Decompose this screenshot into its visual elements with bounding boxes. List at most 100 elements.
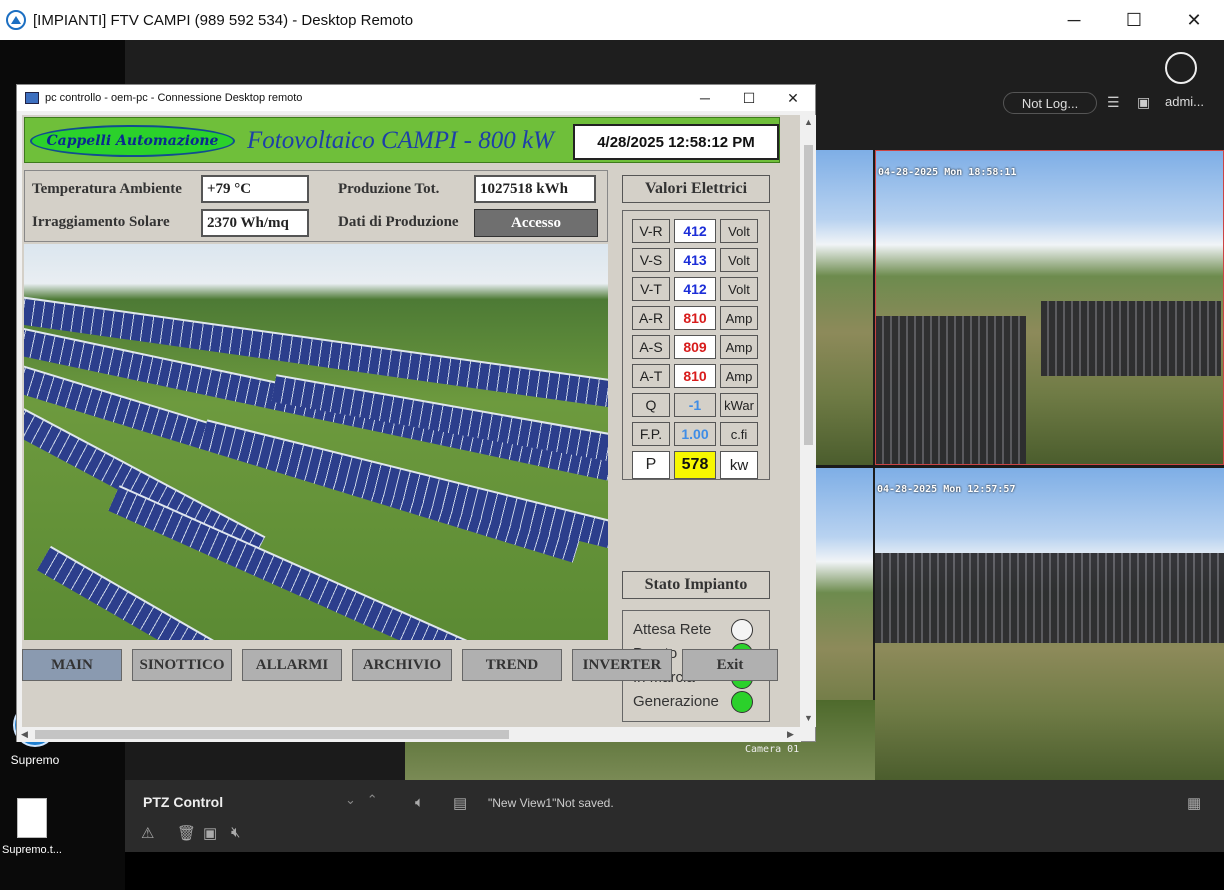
electrical-row: V-R 412 Volt: [632, 219, 758, 243]
rdp-maximize-button[interactable]: ☐: [727, 85, 771, 111]
access-button[interactable]: Accesso: [474, 209, 598, 237]
production-info-panel: Temperatura Ambiente +79 °C Irraggiament…: [24, 170, 608, 242]
admin-menu[interactable]: admi...: [1165, 94, 1204, 109]
mute-icon[interactable]: 🔇︎: [231, 824, 240, 841]
user-icon[interactable]: [1165, 52, 1197, 84]
camera-panels: [876, 316, 1026, 464]
nav-inverter-button[interactable]: INVERTER: [572, 649, 672, 681]
layout-icon[interactable]: ▦: [1187, 794, 1201, 812]
electrical-name: V-T: [632, 277, 670, 301]
brand-logo: Cappelli Automazione: [30, 125, 235, 157]
camera-tile-2[interactable]: 04-28-2025 Mon 12:57:57: [875, 468, 1224, 780]
rdp-minimize-button[interactable]: ─: [683, 85, 727, 111]
irradiance-label: Irraggiamento Solare: [32, 214, 170, 230]
scroll-up-icon[interactable]: ▲: [804, 117, 813, 127]
electrical-value: 810: [674, 364, 716, 388]
camera-panels: [1041, 301, 1221, 376]
list-icon[interactable]: ☰: [1107, 94, 1120, 111]
scroll-right-icon[interactable]: ▶: [787, 729, 794, 740]
electrical-unit: Amp: [720, 364, 758, 388]
electrical-unit: Volt: [720, 219, 758, 243]
irradiance-value: 2370 Wh/mq: [201, 209, 309, 237]
nav-allarmi-button[interactable]: ALLARMI: [242, 649, 342, 681]
trash-icon[interactable]: 🗑︎: [177, 824, 196, 842]
scada-panel: Cappelli Automazione Fotovoltaico CAMPI …: [22, 115, 800, 727]
total-production-label: Produzione Tot.: [338, 181, 440, 197]
rdp-app-icon: [25, 92, 39, 104]
scroll-thumb[interactable]: [804, 145, 813, 445]
electrical-row: Q -1 kWar: [632, 393, 758, 417]
electrical-name: A-S: [632, 335, 670, 359]
scroll-down-icon[interactable]: ▼: [804, 713, 813, 723]
rdp-vertical-scrollbar[interactable]: ▲ ▼: [801, 115, 816, 727]
total-production-value: 1027518 kWh: [474, 175, 596, 203]
status-label: Attesa Rete: [633, 621, 712, 638]
outer-window-titlebar: [IMPIANTI] FTV CAMPI (989 592 534) - Des…: [0, 0, 1224, 40]
electrical-unit: kWar: [720, 393, 758, 417]
datetime-display: 4/28/2025 12:58:12 PM: [573, 124, 779, 160]
electrical-row: V-S 413 Volt: [632, 248, 758, 272]
desktop-icon-supremo-file[interactable]: Supremo.t...: [0, 798, 67, 856]
outer-close-button[interactable]: ✕: [1164, 0, 1224, 40]
image-icon[interactable]: ▣: [1137, 94, 1150, 111]
cloud-status-badge[interactable]: Not Log...: [1003, 92, 1097, 114]
scada-header: Cappelli Automazione Fotovoltaico CAMPI …: [24, 117, 780, 163]
electrical-value: 578: [674, 451, 716, 479]
nvr-bottom-bar: PTZ Control ⌄ ⌃ 🔈︎ ▤ "New View1"Not save…: [125, 780, 1224, 852]
electrical-value: 1.00: [674, 422, 716, 446]
camera-timestamp: 04-28-2025 Mon 12:57:57: [877, 484, 1016, 495]
ptz-collapse-icons[interactable]: ⌄ ⌃: [345, 792, 378, 808]
view-status-text: "New View1"Not saved.: [488, 796, 614, 810]
electrical-name: F.P.: [632, 422, 670, 446]
rdp-close-button[interactable]: ✕: [771, 85, 815, 111]
electrical-name: V-S: [632, 248, 670, 272]
temperature-label: Temperatura Ambiente: [32, 181, 182, 197]
nav-exit-button[interactable]: Exit: [682, 649, 778, 681]
record-icon[interactable]: ▤: [453, 794, 467, 812]
ptz-control-label[interactable]: PTZ Control: [143, 794, 223, 810]
electrical-value: 412: [674, 219, 716, 243]
electrical-row: A-T 810 Amp: [632, 364, 758, 388]
camera-tile-1[interactable]: 04-28-2025 Mon 18:58:11: [875, 150, 1224, 465]
electrical-unit: c.fi: [720, 422, 758, 446]
rdp-horizontal-scrollbar[interactable]: ◀ ▶: [17, 727, 801, 742]
nav-archivio-button[interactable]: ARCHIVIO: [352, 649, 452, 681]
electrical-row: P 578 kw: [632, 451, 758, 479]
snapshot-icon[interactable]: ▣: [203, 824, 217, 842]
supremo-app-icon: [6, 10, 26, 30]
electrical-row: A-R 810 Amp: [632, 306, 758, 330]
rdp-window: pc controllo - oem-pc - Connessione Desk…: [16, 84, 816, 742]
electrical-name: V-R: [632, 219, 670, 243]
nav-trend-button[interactable]: TREND: [462, 649, 562, 681]
camera-timestamp: 04-28-2025 Mon 18:58:11: [878, 167, 1017, 178]
electrical-value: 810: [674, 306, 716, 330]
rdp-titlebar: pc controllo - oem-pc - Connessione Desk…: [17, 85, 815, 111]
camera-panels: [875, 553, 1224, 643]
status-label: Generazione: [633, 693, 719, 710]
electrical-name: P: [632, 451, 670, 479]
file-icon: [17, 798, 47, 838]
speaker-icon[interactable]: 🔈︎: [415, 794, 424, 811]
production-data-label: Dati di Produzione: [338, 214, 459, 230]
nav-sinottico-button[interactable]: SINOTTICO: [132, 649, 232, 681]
electrical-unit: kw: [720, 451, 758, 479]
electrical-name: A-R: [632, 306, 670, 330]
electrical-value: 412: [674, 277, 716, 301]
outer-maximize-button[interactable]: ☐: [1104, 0, 1164, 40]
desktop-icon-label: Supremo: [10, 753, 60, 767]
scroll-thumb[interactable]: [35, 730, 509, 739]
nav-main-button[interactable]: MAIN: [22, 649, 122, 681]
alert-icon[interactable]: ⚠: [141, 824, 154, 842]
status-led-on: [731, 691, 753, 713]
temperature-value: +79 °C: [201, 175, 309, 203]
remote-desktop-area: Supremo Supremo.t... ⌄ Not Log... ☰ ▣ ad…: [0, 40, 1224, 890]
solar-field-photo: [24, 244, 608, 640]
camera-tile-partial-1[interactable]: [815, 150, 873, 465]
outer-minimize-button[interactable]: ─: [1044, 0, 1104, 40]
electrical-value: 413: [674, 248, 716, 272]
plant-title: Fotovoltaico CAMPI - 800 kW: [247, 127, 554, 154]
electrical-row: A-S 809 Amp: [632, 335, 758, 359]
electrical-unit: Amp: [720, 306, 758, 330]
scroll-left-icon[interactable]: ◀: [21, 729, 28, 740]
electrical-unit: Volt: [720, 277, 758, 301]
